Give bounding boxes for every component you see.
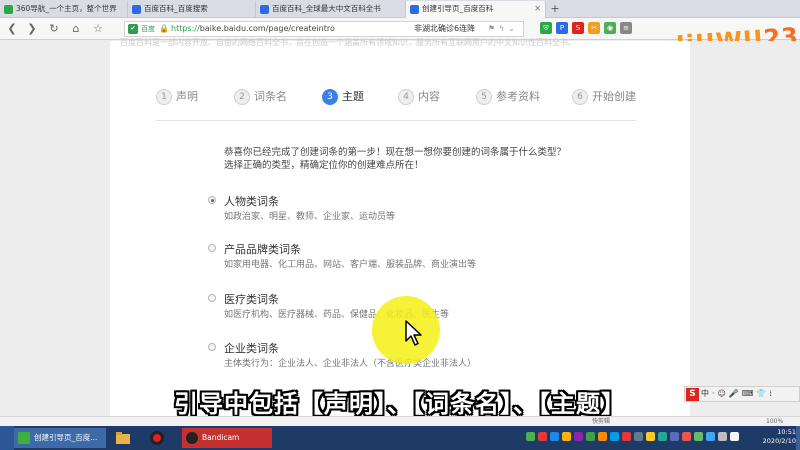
intro-line-2: 选择正确的类型，精确定位你的创建难点所在！ — [224, 160, 424, 171]
taskbar-browser-task[interactable]: 创建引导页_百度... — [14, 428, 106, 448]
baidu-icon — [410, 5, 419, 14]
shield-extension-icon[interactable]: ⛨ — [540, 22, 552, 34]
tab-title: 百度百科_全球最大中文百科全书 — [272, 4, 381, 13]
game-extension-icon[interactable]: ◉ — [604, 22, 616, 34]
clock-date: 2020/2/10 — [762, 437, 796, 445]
intro-line-1: 恭喜你已经完成了创建词条的第一步！现在想一想你要创建的词条属于什么类型？ — [224, 147, 567, 158]
option-title: 人物类词条 — [224, 195, 279, 208]
tab-baidu-baike[interactable]: 百度百科_全球最大中文百科全书 — [256, 1, 406, 18]
radio-button[interactable] — [208, 196, 216, 204]
mouse-cursor-icon — [405, 320, 422, 346]
tab-title: 百度百科_百度搜索 — [144, 4, 208, 13]
url-text: https://baike.baidu.com/page/createintro — [171, 24, 335, 33]
page-top-text: 百度百科是一部内容开放、自由的网络百科全书，旨在创造一个涵盖所有领域知识，服务所… — [120, 38, 576, 47]
tray-app-icon[interactable] — [682, 432, 691, 441]
baidu-icon — [132, 5, 141, 14]
task-title: 创建引导页_百度... — [34, 433, 98, 442]
record-icon[interactable] — [148, 429, 166, 447]
step-start-create: 6 开始创建 — [572, 88, 636, 106]
tab-create-intro[interactable]: 创建引导页_百度百科 ✕ — [406, 1, 546, 18]
status-left-text[interactable]: 快剪辑 — [592, 417, 610, 426]
extension-s-icon[interactable]: S — [572, 22, 584, 34]
tray-app-icon[interactable] — [658, 432, 667, 441]
tab-360-nav[interactable]: 360导航_一个主页，整个世界 — [0, 1, 128, 18]
tray-security-icon[interactable] — [562, 432, 571, 441]
bookmark-star-icon[interactable]: ☆ — [90, 21, 106, 37]
clock-time: 10:51 — [777, 428, 796, 436]
tab-baidu-search[interactable]: 百度百科_百度搜索 — [128, 1, 256, 18]
browser-icon — [18, 432, 30, 444]
tray-app-icon[interactable] — [670, 432, 679, 441]
search-hint-text[interactable]: 非湖北确诊6连降 — [414, 22, 534, 36]
step-statement: 1 声明 — [156, 88, 198, 106]
security-label: 百度 — [141, 25, 155, 33]
radio-button[interactable] — [208, 244, 216, 252]
cut-extension-icon[interactable]: ✂ — [588, 22, 600, 34]
option-description: 如家用电器、化工用品、网站、客户端、服装品牌、商业演出等 — [224, 260, 477, 270]
step-entry-name: 2 词条名 — [234, 88, 287, 106]
option-title: 医疗类词条 — [224, 293, 279, 306]
divider — [156, 120, 636, 121]
tray-app-icon[interactable] — [634, 432, 643, 441]
extension-bar: ⛨ P S ✂ ◉ ≡ — [540, 22, 660, 36]
new-tab-button[interactable]: + — [548, 1, 562, 17]
taskbar-clock[interactable]: 10:51 2020/2/10 — [752, 428, 796, 446]
option-description: 主体类行为：企业法人、企业非法人（不含医疗类企业非法人） — [224, 359, 477, 369]
radio-button[interactable] — [208, 294, 216, 302]
option-title: 企业类词条 — [224, 342, 279, 355]
tab-title: 360导航_一个主页，整个世界 — [16, 4, 117, 13]
step-content: 4 内容 — [398, 88, 440, 106]
show-desktop-button[interactable] — [796, 426, 800, 450]
tray-volume-icon[interactable] — [706, 432, 715, 441]
radio-button[interactable] — [208, 343, 216, 351]
video-subtitle: 引导中包括【声明】、【词条名】、【主题】 — [174, 390, 626, 418]
security-shield-icon: ✔ — [128, 24, 138, 34]
step-references: 5 参考资料 — [476, 88, 540, 106]
baidu-icon — [260, 5, 269, 14]
taskbar-bandicam-task[interactable]: Bandicam — [182, 428, 272, 448]
bandicam-icon — [186, 432, 198, 444]
tray-app-icon[interactable] — [646, 432, 655, 441]
tray-app-icon[interactable] — [598, 432, 607, 441]
browser-status-bar: 快剪辑 100% — [0, 416, 800, 426]
menu-icon[interactable]: ≡ — [620, 22, 632, 34]
lock-icon: 🔒 — [159, 24, 169, 33]
step-topic: 3 主题 — [322, 88, 364, 106]
tray-record-icon[interactable] — [538, 432, 547, 441]
tray-app-icon[interactable] — [610, 432, 619, 441]
taskbar: 创建引导页_百度... Bandicam 10:51 2020/2/10 — [0, 426, 800, 450]
task-title: Bandicam — [202, 433, 240, 442]
zoom-level[interactable]: 100% — [766, 417, 783, 426]
360-icon — [4, 5, 13, 14]
option-title: 产品品牌类词条 — [224, 243, 301, 256]
tray-ime-icon[interactable] — [730, 432, 739, 441]
tray-app-icon[interactable] — [622, 432, 631, 441]
intro-text: 恭喜你已经完成了创建词条的第一步！现在想一想你要创建的词条属于什么类型？ 选择正… — [224, 146, 624, 172]
start-button[interactable] — [0, 426, 14, 450]
close-tab-icon[interactable]: ✕ — [534, 1, 541, 17]
tray-network-icon[interactable] — [550, 432, 559, 441]
tray-app-icon[interactable] — [694, 432, 703, 441]
screen: 360导航_一个主页，整个世界 百度百科_百度搜索 百度百科_全球最大中文百科全… — [0, 0, 800, 450]
folder-icon[interactable] — [114, 429, 132, 447]
tray-app-icon[interactable] — [526, 432, 535, 441]
tray-app-icon[interactable] — [586, 432, 595, 441]
reload-icon[interactable]: ↻ — [46, 21, 62, 37]
home-icon[interactable]: ⌂ — [68, 21, 84, 37]
tray-app-icon[interactable] — [574, 432, 583, 441]
forward-icon[interactable]: ❯ — [24, 21, 40, 37]
tab-bar: 360导航_一个主页，整个世界 百度百科_百度搜索 百度百科_全球最大中文百科全… — [0, 0, 800, 18]
tray-network-icon[interactable] — [718, 432, 727, 441]
tab-title: 创建引导页_百度百科 — [422, 4, 494, 13]
step-progress: 1 声明 2 词条名 3 主题 4 内容 5 参考资料 6 开始创建 — [156, 88, 656, 108]
option-description: 如政治家、明星、教师、企业家、运动员等 — [224, 212, 396, 222]
extension-p-icon[interactable]: P — [556, 22, 568, 34]
back-icon[interactable]: ❮ — [4, 21, 20, 37]
